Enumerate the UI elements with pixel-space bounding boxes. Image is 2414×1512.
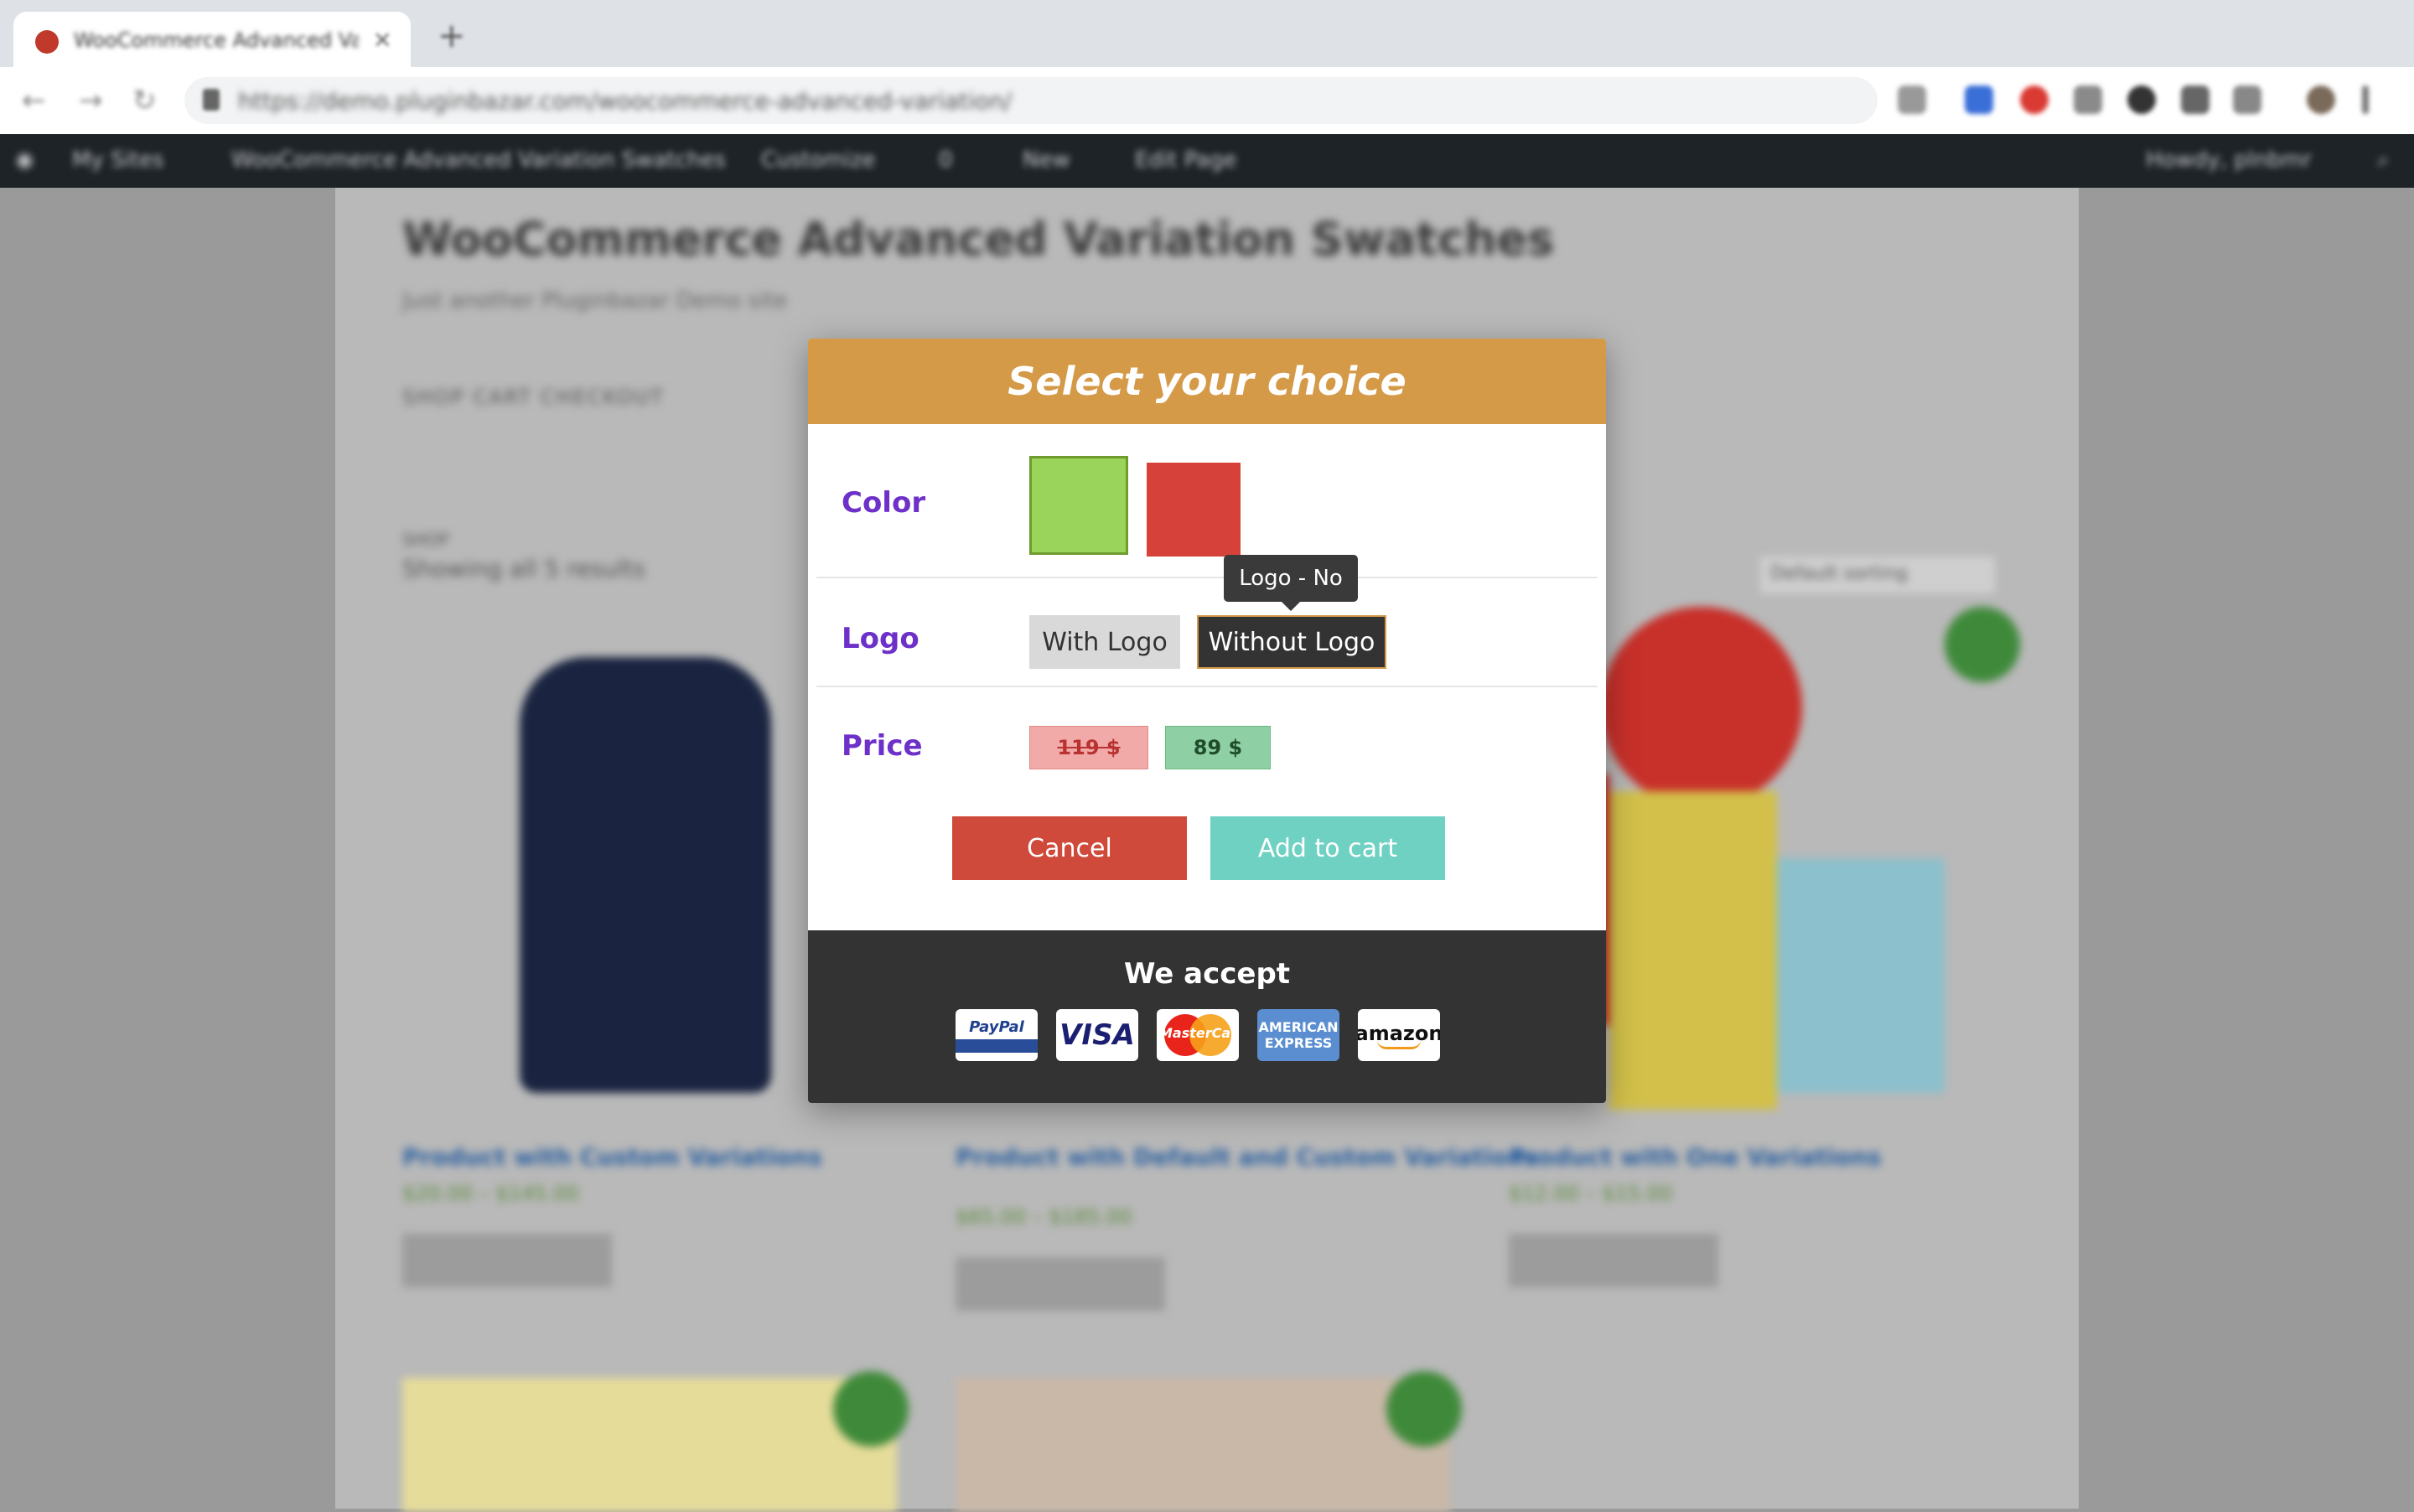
- site-menu: SHOP CART CHECKOUT: [402, 386, 665, 409]
- address-bar[interactable]: https://demo.pluginbazar.com/woocommerce…: [184, 77, 1878, 124]
- lock-icon: [203, 89, 220, 111]
- product-title: Product with Default and Custom Variatio…: [956, 1143, 1539, 1171]
- mastercard-icon: MasterCard: [1157, 1009, 1239, 1061]
- new-tab-button[interactable]: +: [438, 17, 466, 55]
- admin-bar-edit-page[interactable]: Edit Page: [1135, 148, 1237, 173]
- variation-modal: Select your choice Color Logo - No Logo …: [808, 339, 1606, 1103]
- product-image: [402, 1378, 897, 1512]
- address-url: https://demo.pluginbazar.com/woocommerce…: [238, 87, 1013, 115]
- sorting-select: Default sorting: [1760, 557, 1995, 593]
- modal-header: Select your choice: [808, 339, 1606, 424]
- color-label: Color: [842, 486, 926, 520]
- admin-bar-greeting[interactable]: Howdy, plnbmr: [2146, 148, 2312, 173]
- color-swatch-green[interactable]: [1029, 456, 1128, 555]
- with-logo-button[interactable]: With Logo: [1029, 615, 1180, 669]
- color-swatch-red[interactable]: [1147, 463, 1241, 557]
- admin-bar-site-name[interactable]: WooCommerce Advanced Variation Swatches: [231, 148, 726, 173]
- row-divider: [816, 686, 1598, 687]
- price-label: Price: [842, 729, 923, 763]
- admin-bar-new[interactable]: New: [1023, 148, 1070, 173]
- sale-badge: [1945, 607, 2020, 682]
- select-options-button: [1509, 1234, 1718, 1287]
- visa-label: VISA: [1059, 1018, 1135, 1052]
- paypal-icon: PayPal: [956, 1009, 1038, 1061]
- browser-toolbar: ← → ↻ https://demo.pluginbazar.com/wooco…: [0, 67, 2414, 135]
- back-button[interactable]: ←: [22, 84, 46, 117]
- tshirt-image: [520, 657, 771, 1093]
- site-title: WooCommerce Advanced Variation Swatches: [402, 213, 1555, 266]
- extension-icon[interactable]: [2020, 85, 2049, 114]
- product-price: $65.00 – $185.00: [956, 1205, 1132, 1229]
- select-options-button: [402, 1234, 612, 1287]
- amazon-icon: amazon: [1358, 1009, 1440, 1061]
- without-logo-button[interactable]: Without Logo: [1197, 615, 1386, 669]
- logo-tooltip: Logo - No: [1224, 555, 1358, 602]
- add-to-cart-button[interactable]: Add to cart: [1210, 816, 1445, 880]
- product-price: $20.00 – $145.00: [402, 1182, 579, 1205]
- product-title: Product with One Variations: [1509, 1143, 1882, 1171]
- search-icon[interactable]: ⌕: [2377, 148, 2390, 173]
- sale-badge: [1386, 1371, 1462, 1447]
- we-accept-title: We accept: [1123, 957, 1291, 991]
- visa-icon: VISA: [1056, 1009, 1138, 1061]
- site-tagline: Just another Pluginbazar Demo site: [402, 288, 788, 313]
- amex-label-line2: EXPRESS: [1264, 1035, 1333, 1051]
- old-price: 119 $: [1029, 726, 1148, 769]
- new-price: 89 $: [1165, 726, 1271, 769]
- site-favicon-icon: [35, 30, 59, 54]
- profile-avatar[interactable]: [2307, 85, 2335, 114]
- extension-icon[interactable]: [2233, 85, 2261, 114]
- menu-kebab-icon[interactable]: [2362, 85, 2369, 114]
- modal-title: Select your choice: [1008, 359, 1406, 404]
- browser-tab[interactable]: WooCommerce Advanced Va ×: [13, 12, 411, 67]
- bookmark-star-icon[interactable]: [1898, 85, 1926, 114]
- reload-button[interactable]: ↻: [132, 84, 157, 117]
- close-tab-icon[interactable]: ×: [373, 25, 392, 53]
- extension-icon[interactable]: [1965, 85, 1993, 114]
- admin-bar-comments[interactable]: 0: [939, 148, 953, 173]
- tooltip-arrow: [1282, 602, 1300, 611]
- product-image: [956, 1378, 1450, 1512]
- results-count: Showing all 5 results: [402, 555, 645, 583]
- browser-tab-bar: WooCommerce Advanced Va × +: [0, 0, 2414, 67]
- forward-button[interactable]: →: [79, 84, 103, 117]
- tab-title: WooCommerce Advanced Va: [74, 28, 359, 52]
- select-options-button: [956, 1257, 1165, 1311]
- amex-label-line1: AMERICAN: [1258, 1019, 1339, 1035]
- mastercard-label: MasterCard: [1159, 1025, 1239, 1041]
- cancel-button[interactable]: Cancel: [952, 816, 1187, 880]
- breadcrumb: SHOP: [402, 530, 449, 550]
- logo-label: Logo: [842, 622, 919, 655]
- admin-bar-customize[interactable]: Customize: [761, 148, 875, 173]
- row-divider: [816, 577, 1598, 578]
- extension-icon[interactable]: [2127, 85, 2156, 114]
- product-price: $12.00 – $15.00: [1509, 1182, 1673, 1205]
- wordpress-logo-icon[interactable]: ◉: [15, 148, 34, 173]
- sale-badge: [833, 1371, 909, 1447]
- extension-icon[interactable]: [2181, 85, 2209, 114]
- paypal-label: PayPal: [969, 1017, 1024, 1036]
- payment-footer: We accept PayPal VISA MasterCard AMERICA…: [808, 930, 1606, 1103]
- product-title: Product with Custom Variations: [402, 1143, 822, 1171]
- wp-admin-bar: ◉ My Sites WooCommerce Advanced Variatio…: [0, 134, 2414, 188]
- extension-icon[interactable]: [2074, 85, 2102, 114]
- admin-bar-my-sites[interactable]: My Sites: [72, 148, 164, 173]
- american-express-icon: AMERICAN EXPRESS: [1257, 1009, 1339, 1061]
